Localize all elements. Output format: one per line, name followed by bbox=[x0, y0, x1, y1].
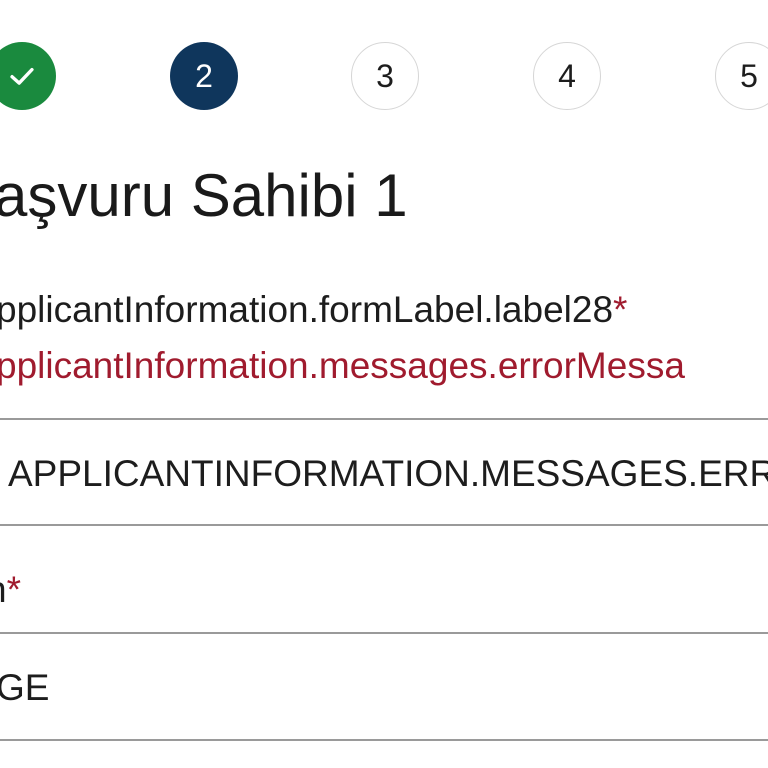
field2-top-border bbox=[0, 632, 768, 634]
required-asterisk: * bbox=[613, 289, 628, 330]
field2-label: n* bbox=[0, 568, 21, 612]
form-page: 2 3 4 5 aşvuru Sahibi 1 pplicantInformat… bbox=[0, 0, 768, 768]
check-icon bbox=[10, 67, 34, 85]
field1-top-border bbox=[0, 418, 768, 420]
step-2-active[interactable]: 2 bbox=[170, 42, 238, 110]
field1-error-message: pplicantInformation.messages.errorMessa bbox=[0, 345, 685, 386]
section-title: aşvuru Sahibi 1 bbox=[0, 162, 408, 229]
field2-bottom-border bbox=[0, 739, 768, 741]
step-5[interactable]: 5 bbox=[715, 42, 768, 110]
field1-label-text: pplicantInformation.formLabel.label28 bbox=[0, 289, 614, 330]
step-1-completed[interactable] bbox=[0, 42, 56, 110]
step-4-label: 4 bbox=[558, 57, 576, 94]
field2-label-text: n bbox=[0, 569, 7, 610]
step-3-label: 3 bbox=[376, 57, 394, 94]
field2-input[interactable]: GE bbox=[0, 666, 49, 710]
step-3[interactable]: 3 bbox=[351, 42, 419, 110]
step-4[interactable]: 4 bbox=[533, 42, 601, 110]
step-5-label: 5 bbox=[740, 57, 758, 94]
field1-input[interactable]: APPLICANTINFORMATION.MESSAGES.ERR bbox=[8, 452, 768, 496]
field1-bottom-border bbox=[0, 524, 768, 526]
required-asterisk: * bbox=[6, 569, 21, 610]
field1-label: pplicantInformation.formLabel.label28* bbox=[0, 288, 627, 332]
step-2-label: 2 bbox=[195, 57, 213, 94]
